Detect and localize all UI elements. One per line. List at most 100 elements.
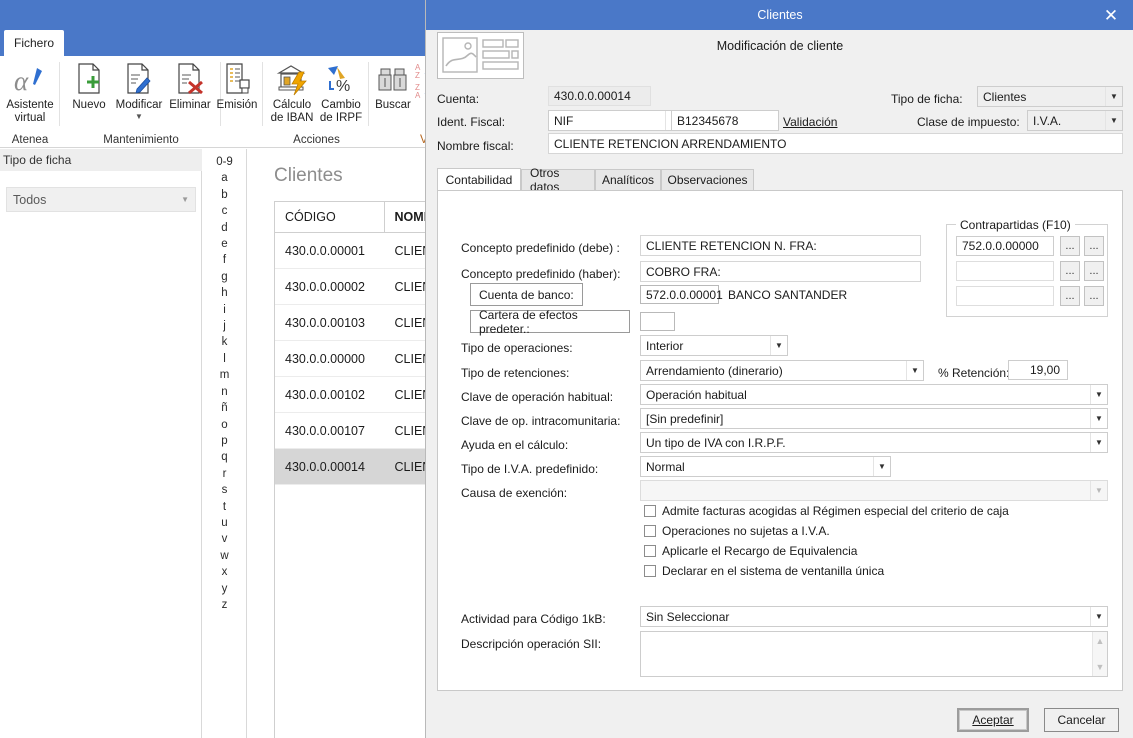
contrapartida-browse-button-3b[interactable]: ... <box>1084 286 1104 306</box>
tipo-operaciones-select[interactable]: Interior ▼ <box>640 335 788 356</box>
alpha-item[interactable]: x <box>222 564 228 580</box>
alpha-item[interactable]: h <box>221 285 227 301</box>
alpha-item[interactable]: d <box>221 220 227 236</box>
actividad-codigo-select[interactable]: Sin Seleccionar ▼ <box>640 606 1108 627</box>
descripcion-sii-textarea[interactable]: ▲ ▼ <box>640 631 1108 677</box>
alpha-item[interactable]: g <box>221 269 227 285</box>
chevron-down-icon[interactable]: ▼ <box>873 457 890 476</box>
alpha-item[interactable]: u <box>221 515 227 531</box>
concepto-haber-input[interactable]: COBRO FRA: <box>640 261 921 282</box>
tipo-ficha-select[interactable]: Clientes ▼ <box>977 86 1123 107</box>
causa-exencion-select[interactable]: ▼ <box>640 480 1108 501</box>
contrapartida-browse-button-1a[interactable]: ... <box>1060 236 1080 256</box>
alpha-item[interactable]: s <box>222 482 228 498</box>
tab-contabilidad[interactable]: Contabilidad <box>437 168 521 190</box>
checkbox-icon[interactable] <box>644 565 656 577</box>
tipo-ficha-filter-select[interactable]: Todos ▼ <box>6 187 196 212</box>
alpha-item[interactable]: j <box>223 318 226 334</box>
alpha-item[interactable]: c <box>222 203 228 219</box>
contrapartida-input-2[interactable] <box>956 261 1054 281</box>
alpha-item[interactable]: z <box>222 597 228 613</box>
checkbox-icon[interactable] <box>644 525 656 537</box>
ayuda-calculo-select[interactable]: Un tipo de IVA con I.R.P.F. ▼ <box>640 432 1108 453</box>
contrapartida-input-1[interactable]: 752.0.0.00000 <box>956 236 1054 256</box>
alpha-item[interactable]: w <box>220 548 228 564</box>
alpha-item[interactable]: f <box>223 252 226 268</box>
tipo-iva-select[interactable]: Normal ▼ <box>640 456 891 477</box>
pct-retencion-input[interactable]: 19,00 <box>1008 360 1068 380</box>
ribbon-button-nuevo[interactable]: Nuevo <box>61 60 117 112</box>
scroll-down-icon[interactable]: ▼ <box>1096 662 1105 672</box>
alpha-item[interactable]: ñ <box>221 400 227 416</box>
cuenta-de-banco-button[interactable]: Cuenta de banco: <box>470 283 583 306</box>
checkbox-row-ventanilla-unica[interactable]: Declarar en el sistema de ventanilla úni… <box>644 564 884 578</box>
clase-impuesto-select[interactable]: I.V.A. ▼ <box>1027 110 1123 131</box>
aceptar-button[interactable]: Aceptar <box>957 708 1029 732</box>
chevron-down-icon[interactable]: ▼ <box>1090 433 1107 452</box>
clave-op-intracomunitaria-select[interactable]: [Sin predefinir] ▼ <box>640 408 1108 429</box>
checkbox-row-recargo-equivalencia[interactable]: Aplicarle el Recargo de Equivalencia <box>644 544 857 558</box>
alpha-item[interactable]: q <box>221 449 227 465</box>
cartera-efectos-button[interactable]: Cartera de efectos predeter.: <box>470 308 630 336</box>
chevron-down-icon[interactable]: ▼ <box>906 361 923 380</box>
concepto-debe-input[interactable]: CLIENTE RETENCION N. FRA: <box>640 235 921 256</box>
checkbox-icon[interactable] <box>644 505 656 517</box>
contrapartida-browse-button-3a[interactable]: ... <box>1060 286 1080 306</box>
clave-op-habitual-select[interactable]: Operación habitual ▼ <box>640 384 1108 405</box>
cancelar-button[interactable]: Cancelar <box>1044 708 1119 732</box>
textarea-scrollbar[interactable]: ▲ ▼ <box>1092 632 1107 676</box>
tipo-retenciones-select[interactable]: Arrendamiento (dinerario) ▼ <box>640 360 924 381</box>
ribbon-button-buscar[interactable]: Buscar <box>368 60 418 112</box>
alpha-item[interactable]: o <box>221 417 227 433</box>
contrapartida-browse-button-2a[interactable]: ... <box>1060 261 1080 281</box>
close-icon[interactable]: ✕ <box>1098 0 1124 30</box>
chevron-down-icon[interactable]: ▼ <box>1090 607 1107 626</box>
contrapartida-input-3[interactable] <box>956 286 1054 306</box>
chevron-down-icon[interactable]: ▼ <box>1105 87 1122 106</box>
ribbon-button-modificar[interactable]: Modificar ▼ <box>111 60 167 121</box>
checkbox-row-no-sujetas-iva[interactable]: Operaciones no sujetas a I.V.A. <box>644 524 830 538</box>
chevron-down-icon[interactable]: ▼ <box>135 113 143 121</box>
ident-fiscal-type-select[interactable]: NIF ▼ <box>548 110 683 131</box>
alpha-item[interactable]: v <box>222 531 228 547</box>
validacion-link[interactable]: Validación <box>783 115 837 129</box>
alpha-item[interactable]: a <box>221 170 227 186</box>
ribbon-button-cambio-irpf[interactable]: % Cambio de IRPF <box>313 60 369 125</box>
alpha-item[interactable]: r <box>223 466 227 482</box>
cartera-efectos-input[interactable] <box>640 312 675 331</box>
alpha-item[interactable]: b <box>221 187 227 203</box>
alpha-item[interactable]: l <box>223 351 226 367</box>
alpha-item[interactable]: e <box>221 236 227 252</box>
ident-fiscal-input[interactable]: B12345678 <box>671 110 779 131</box>
alpha-item[interactable]: 0-9 <box>216 154 233 170</box>
alpha-item[interactable]: t <box>223 499 226 515</box>
cuenta-field[interactable]: 430.0.0.00014 <box>548 86 651 106</box>
chevron-down-icon[interactable]: ▼ <box>770 336 787 355</box>
scroll-up-icon[interactable]: ▲ <box>1096 636 1105 646</box>
chevron-down-icon[interactable]: ▼ <box>1090 481 1107 500</box>
chevron-down-icon[interactable]: ▼ <box>1105 111 1122 130</box>
chevron-down-icon[interactable]: ▼ <box>1090 385 1107 404</box>
ribbon-button-emision[interactable]: Emisión <box>209 60 265 112</box>
alpha-item[interactable]: y <box>222 581 228 597</box>
tab-analiticos[interactable]: Analíticos <box>595 169 661 190</box>
tab-otros-datos[interactable]: Otros datos <box>521 166 595 194</box>
tab-observaciones[interactable]: Observaciones <box>661 169 754 190</box>
nombre-fiscal-input[interactable]: CLIENTE RETENCION ARRENDAMIENTO <box>548 133 1123 154</box>
alphabet-index-strip[interactable]: 0-9 a b c d e f g h i j k l m n ñ o p q … <box>203 149 247 738</box>
alpha-item[interactable]: k <box>222 334 228 350</box>
alpha-item[interactable]: m <box>220 367 230 383</box>
ribbon-tab-fichero[interactable]: Fichero <box>4 30 64 56</box>
checkbox-icon[interactable] <box>644 545 656 557</box>
alpha-item[interactable]: n <box>221 384 227 400</box>
grid-col-codigo[interactable]: CÓDIGO <box>275 202 385 232</box>
ribbon-button-calculo-iban[interactable]: Cálculo de IBAN <box>264 60 320 125</box>
alpha-item[interactable]: p <box>221 433 227 449</box>
cuenta-banco-input[interactable]: 572.0.0.00001 <box>640 285 723 304</box>
contrapartida-browse-button-2b[interactable]: ... <box>1084 261 1104 281</box>
checkbox-row-criterio-caja[interactable]: Admite facturas acogidas al Régimen espe… <box>644 504 1009 518</box>
contrapartida-browse-button-1b[interactable]: ... <box>1084 236 1104 256</box>
ribbon-button-asistente-virtual[interactable]: α Asistente virtual <box>2 60 58 125</box>
chevron-down-icon[interactable]: ▼ <box>1090 409 1107 428</box>
alpha-item[interactable]: i <box>223 302 226 318</box>
